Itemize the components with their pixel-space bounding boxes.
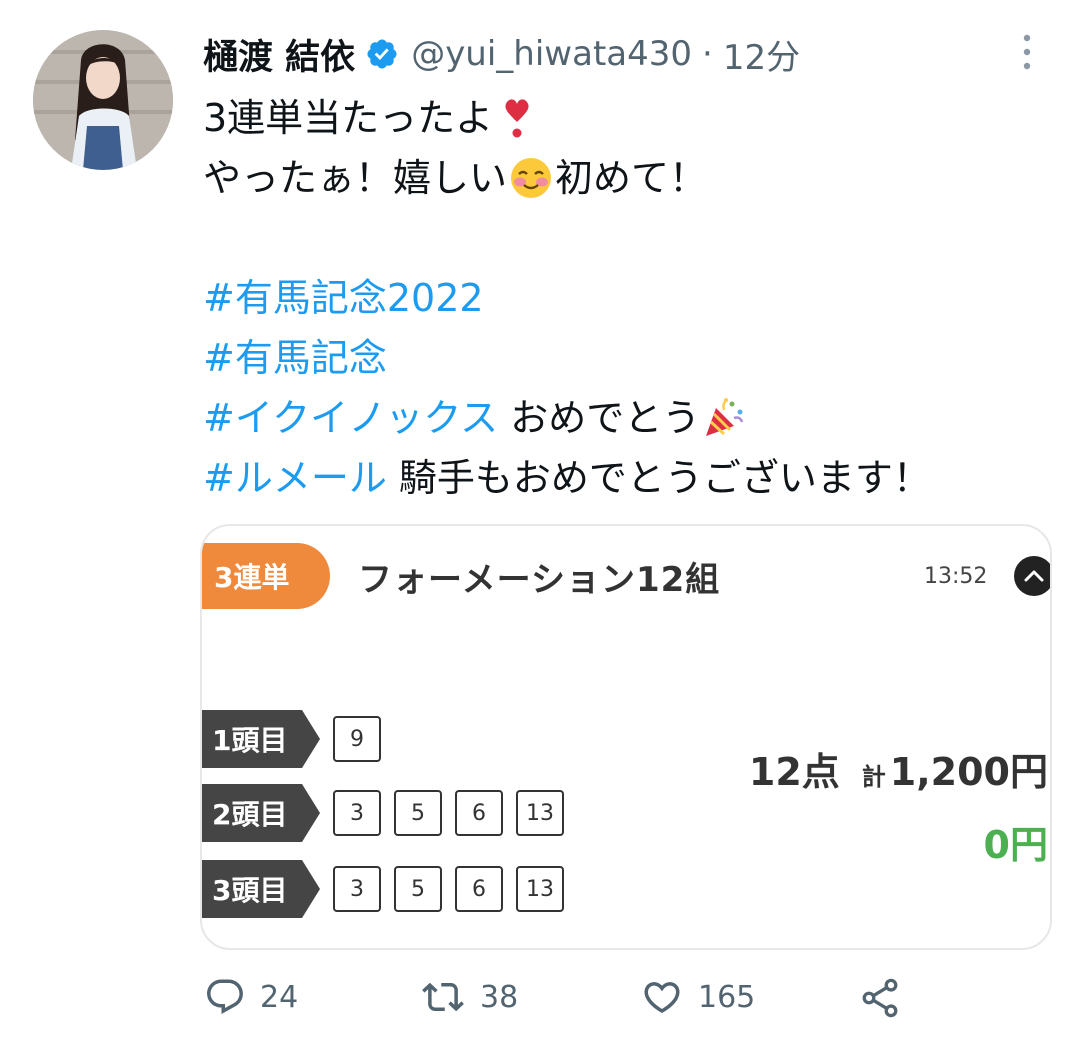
horse-number: 13 bbox=[516, 866, 564, 912]
tweet-line-2b: 初めて！ bbox=[555, 156, 708, 200]
party-popper-emoji-icon bbox=[706, 398, 744, 436]
total-amount: 1,200円 bbox=[889, 750, 1048, 794]
payout-amount: 0円 bbox=[983, 823, 1048, 867]
collapse-chevron-icon[interactable] bbox=[1014, 556, 1050, 596]
hashtag-arima-2022[interactable]: #有馬記念2022 bbox=[203, 268, 484, 328]
hashtag-arima[interactable]: #有馬記念 bbox=[203, 328, 387, 388]
like-button[interactable]: 165 bbox=[640, 976, 755, 1018]
tweet-time[interactable]: 12分 bbox=[723, 30, 800, 79]
bet-summary: 12点計 1,200円 bbox=[749, 741, 1048, 796]
second-place-row: 2頭目 3 5 6 13 bbox=[202, 784, 564, 842]
tweet-text: 3連単当たったよ やったぁ！嬉しい 初めて！ #有馬記念2022 #有馬記念 #… bbox=[203, 88, 931, 508]
like-count: 165 bbox=[698, 979, 756, 1015]
third-place-label: 3頭目 bbox=[202, 860, 320, 918]
share-icon bbox=[862, 978, 898, 1018]
author-handle[interactable]: @yui_hiwata430 bbox=[411, 34, 692, 74]
verified-badge-icon bbox=[367, 39, 397, 69]
heart-exclamation-emoji-icon bbox=[505, 99, 529, 138]
tweet-actions: 24 38 165 bbox=[0, 976, 1080, 1026]
bet-title: フォーメーション12組 bbox=[358, 560, 721, 600]
congrats-text: おめでとう bbox=[498, 396, 701, 440]
hashtag-lemaire[interactable]: #ルメール bbox=[203, 448, 387, 508]
share-button[interactable] bbox=[858, 976, 916, 1020]
horse-number: 6 bbox=[455, 790, 503, 836]
betting-ticket-card[interactable]: 3連単 フォーメーション12組 13:52 1頭目 9 2頭目 3 5 6 13… bbox=[200, 524, 1052, 950]
tweet-header: 樋渡 結依 @yui_hiwata430 · 12分 bbox=[203, 28, 800, 80]
horse-number: 3 bbox=[333, 866, 381, 912]
retweet-button[interactable]: 38 bbox=[420, 976, 518, 1018]
author-name[interactable]: 樋渡 結依 bbox=[203, 29, 355, 80]
horse-number: 3 bbox=[333, 790, 381, 836]
author-avatar[interactable] bbox=[33, 30, 173, 170]
separator-dot: · bbox=[702, 34, 713, 74]
horse-number: 13 bbox=[516, 790, 564, 836]
total-label: 計 bbox=[861, 763, 886, 791]
bet-time: 13:52 bbox=[924, 564, 988, 589]
horse-number: 9 bbox=[333, 716, 381, 762]
like-icon bbox=[644, 982, 680, 1014]
points-count: 12点 bbox=[748, 750, 840, 794]
tweet-line-1: 3連単当たったよ bbox=[203, 96, 494, 140]
horse-number: 5 bbox=[394, 790, 442, 836]
horse-number: 6 bbox=[455, 866, 503, 912]
reply-button[interactable]: 24 bbox=[204, 976, 298, 1018]
first-place-row: 1頭目 9 bbox=[202, 710, 381, 768]
horse-number: 5 bbox=[394, 866, 442, 912]
second-place-label: 2頭目 bbox=[202, 784, 320, 842]
bet-type-badge: 3連単 bbox=[202, 543, 330, 609]
more-icon[interactable] bbox=[1012, 30, 1042, 74]
hashtag-equinox[interactable]: #イクイノックス bbox=[203, 388, 498, 448]
first-place-label: 1頭目 bbox=[202, 710, 320, 768]
tweet-line-2a: やったぁ！嬉しい bbox=[203, 156, 508, 200]
jockey-congrats-text: 騎手もおめでとうございます！ bbox=[386, 456, 931, 500]
retweet-count: 38 bbox=[480, 979, 519, 1015]
reply-count: 24 bbox=[260, 979, 299, 1015]
third-place-row: 3頭目 3 5 6 13 bbox=[202, 860, 564, 918]
reply-icon bbox=[207, 979, 243, 1014]
smiling-face-emoji-icon bbox=[511, 158, 552, 198]
retweet-icon bbox=[422, 982, 464, 1012]
